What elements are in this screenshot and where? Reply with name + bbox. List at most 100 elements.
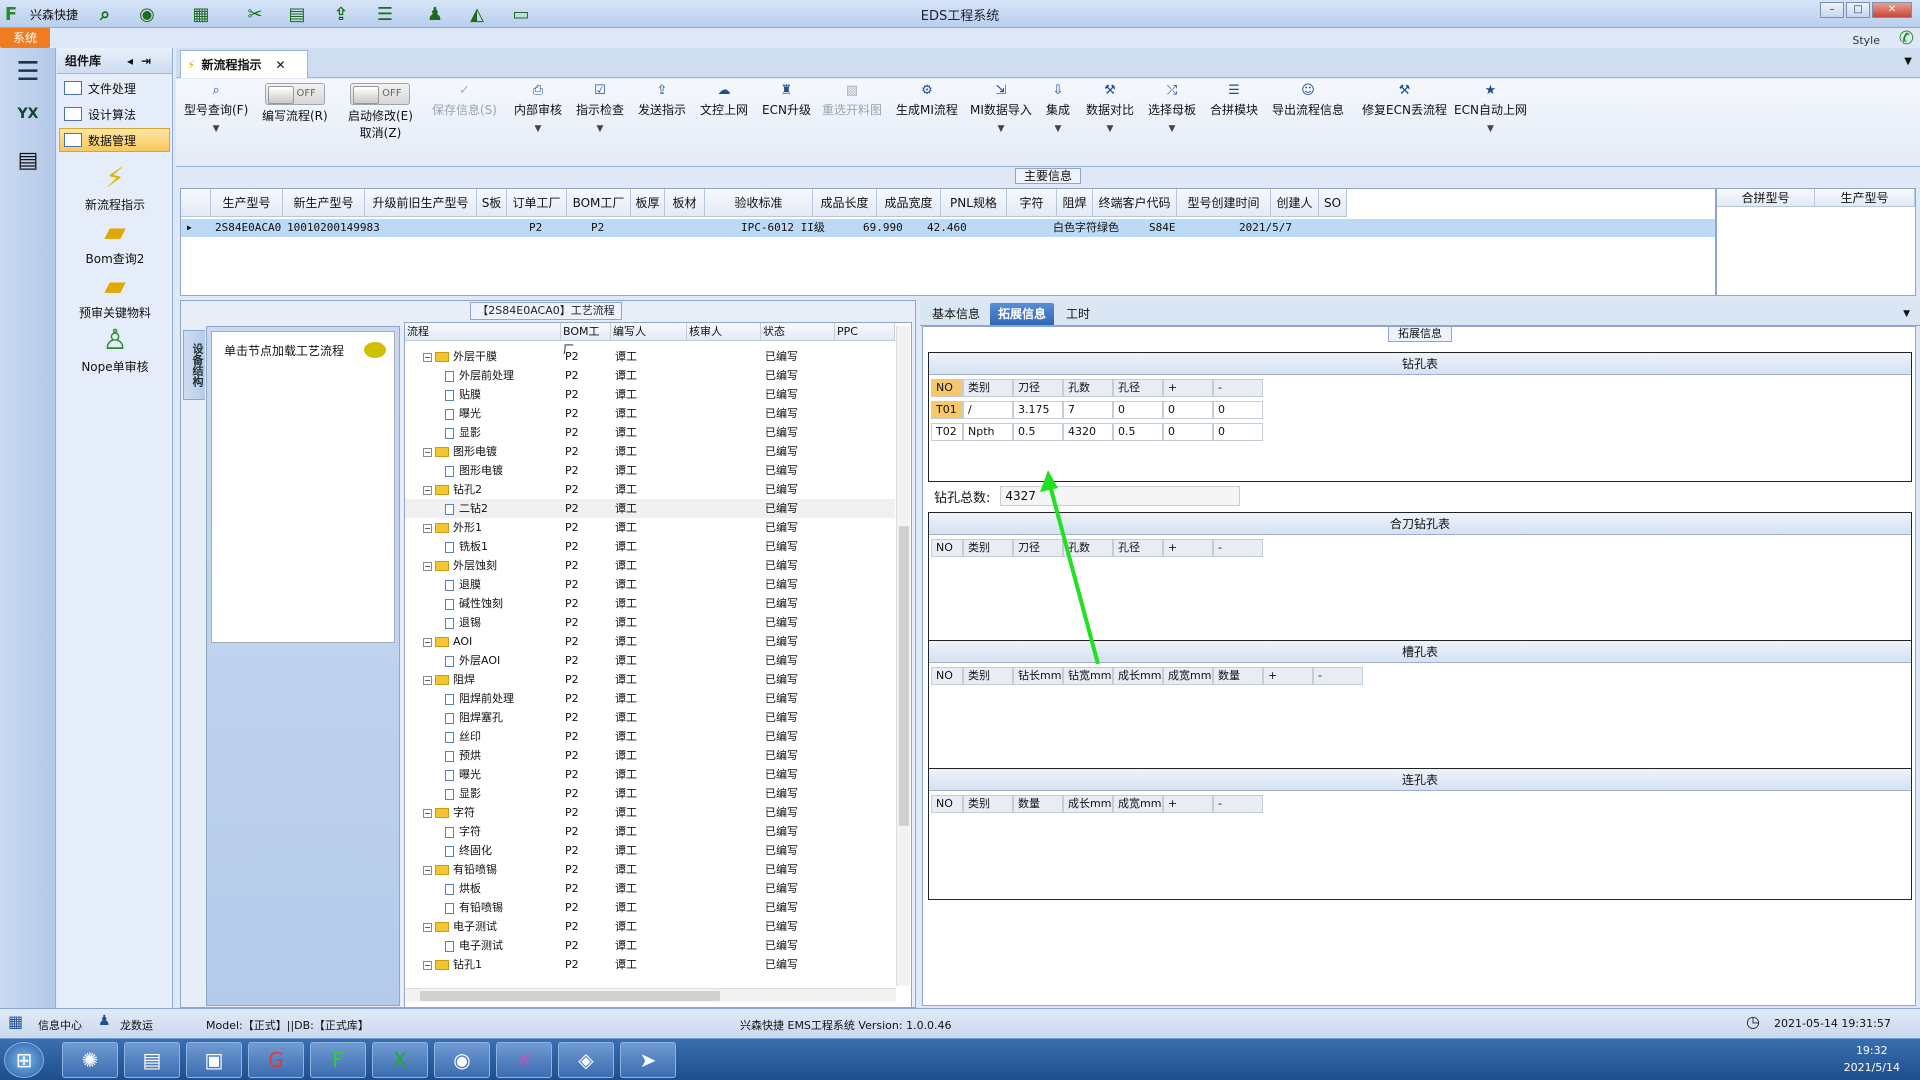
col-header[interactable]: 板材 [665, 189, 705, 217]
write-flow-toggle[interactable]: OFF [264, 83, 325, 105]
col-header[interactable]: 板厚 [631, 189, 665, 217]
check-instruction-button[interactable]: ☑ 指示检查 ▼ [576, 83, 624, 134]
col-header[interactable]: 阻焊 [1057, 189, 1093, 217]
col-header[interactable]: 核审人 [687, 323, 761, 341]
col-header[interactable]: 编写人 [611, 323, 687, 341]
tree-row[interactable]: 曝光 P2 谭工 已编写 [405, 765, 895, 784]
send-instruction-button[interactable]: ⇪ 发送指示 [638, 83, 686, 118]
col-header[interactable]: BOM工厂 [561, 323, 611, 356]
ecn-auto-publish-button[interactable]: ★ ECN自动上网 ▼ [1454, 83, 1527, 134]
close-tab-icon[interactable]: ✕ [275, 58, 285, 72]
system-tab[interactable]: 系统 [0, 28, 50, 48]
taskbar-app-eds[interactable]: F [310, 1042, 366, 1078]
col-header[interactable]: 状态 [761, 323, 835, 341]
internal-review-button[interactable]: ⎙ 内部审核 ▼ [514, 83, 562, 134]
taskbar-app-shell[interactable]: ✺ [62, 1042, 118, 1078]
cell-char[interactable]: 白色字符 [1053, 219, 1097, 237]
expand-icon[interactable]: − [423, 637, 432, 647]
col-header[interactable]: 成品长度 [813, 189, 877, 217]
model-query-button[interactable]: ⌕ 型号查询(F) ▼ [184, 83, 248, 134]
cell[interactable]: Npth [963, 423, 1013, 441]
tool-nope-review[interactable]: ♙ Nope单审核 [60, 322, 170, 375]
merge-module-button[interactable]: ☰ 合拼模块 [1210, 83, 1258, 118]
ecn-upgrade-button[interactable]: ♜ ECN升级 [762, 83, 811, 118]
data-compare-button[interactable]: ⚒ 数据对比 ▼ [1086, 83, 1134, 134]
tree-row[interactable]: 二钻2 P2 谭工 已编写 [405, 499, 895, 518]
cell[interactable]: 4320 [1063, 423, 1113, 441]
col-header[interactable]: 型号创建时间 [1177, 189, 1271, 217]
expand-icon[interactable]: − [423, 865, 432, 875]
tab-equipment-structure[interactable]: 设备结构 [183, 330, 205, 400]
tree-row[interactable]: 退锡 P2 谭工 已编写 [405, 613, 895, 632]
col-header[interactable]: 验收标准 [705, 189, 813, 217]
export-flow-button[interactable]: ☺ 导出流程信息 [1272, 83, 1344, 118]
taskbar-app-g[interactable]: G [248, 1042, 304, 1078]
cell[interactable]: 0.5 [1113, 423, 1163, 441]
tab-new-flow[interactable]: ⚡ 新流程指示 ✕ [180, 50, 308, 78]
taskbar-app-excel[interactable]: X [372, 1042, 428, 1078]
save-info-button[interactable]: ✓ 保存信息(S) [432, 83, 497, 118]
tab-basic-info[interactable]: 基本信息 [924, 303, 988, 325]
col-header[interactable]: 升级前旧生产型号 [365, 189, 477, 217]
tool-new-flow[interactable]: ⚡ 新流程指示 [60, 160, 170, 213]
taskbar-app-notepad[interactable]: ▤ [124, 1042, 180, 1078]
drill-total-field[interactable]: 4327 [1000, 486, 1241, 506]
select-motherboard-button[interactable]: ⤮ 选择母板 ▼ [1148, 83, 1196, 134]
tree-row[interactable]: − 钻孔1 P2 谭工 已编写 [405, 955, 895, 974]
start-edit-button[interactable]: OFF 启动修改(E) 取消(Z) [348, 83, 413, 141]
tree-row[interactable]: − 外层干膜 P2 谭工 已编写 [405, 347, 895, 366]
cell[interactable]: 0 [1213, 423, 1263, 441]
expand-icon[interactable]: − [423, 485, 432, 495]
start-edit-toggle[interactable]: OFF [350, 83, 411, 105]
cell-mask[interactable]: 绿色 [1097, 219, 1119, 237]
cell[interactable]: 0 [1213, 401, 1263, 419]
cell-customer[interactable]: S84E [1149, 219, 1176, 237]
col-header[interactable]: 新生产型号 [283, 189, 365, 217]
expand-icon[interactable]: − [423, 447, 432, 457]
tree-row[interactable]: − 字符 P2 谭工 已编写 [405, 803, 895, 822]
taskbar-app-fish[interactable]: ◈ [558, 1042, 614, 1078]
taskbar-app-send[interactable]: ➤ [620, 1042, 676, 1078]
col-header[interactable]: S板 [477, 189, 507, 217]
tree-row[interactable]: 丝印 P2 谭工 已编写 [405, 727, 895, 746]
tree-row[interactable]: − 阻焊 P2 谭工 已编写 [405, 670, 895, 689]
cell-prod[interactable]: 2S84E0ACA0 [215, 219, 281, 237]
repair-ecn-button[interactable]: ⚒ 修复ECN丢流程 [1362, 83, 1447, 118]
info-center[interactable]: 信息中心 [38, 1017, 82, 1033]
tree-row[interactable]: 外层AOI P2 谭工 已编写 [405, 651, 895, 670]
menu-icon[interactable]: ☰ [8, 52, 48, 92]
tree-row[interactable]: − AOI P2 谭工 已编写 [405, 632, 895, 651]
scroll-thumb[interactable] [420, 991, 720, 1001]
reselect-cut-button[interactable]: ▨ 重选开料图 [822, 83, 882, 118]
cell-width[interactable]: 42.460 [927, 219, 967, 237]
tree-row[interactable]: 显影 P2 谭工 已编写 [405, 784, 895, 803]
cell-bom-factory[interactable]: P2 [591, 219, 604, 237]
tree-row[interactable]: − 电子测试 P2 谭工 已编写 [405, 917, 895, 936]
style-menu[interactable]: Style [1852, 34, 1880, 47]
horizontal-scrollbar[interactable] [406, 988, 896, 1002]
taskbar-app-x[interactable]: ✕ [496, 1042, 552, 1078]
col-header[interactable]: SO [1319, 189, 1347, 217]
tree-row[interactable]: 退膜 P2 谭工 已编写 [405, 575, 895, 594]
tree-row[interactable]: 图形电镀 P2 谭工 已编写 [405, 461, 895, 480]
scroll-thumb[interactable] [899, 526, 909, 826]
tree-row[interactable]: 贴膜 P2 谭工 已编写 [405, 385, 895, 404]
expand-icon[interactable]: − [423, 523, 432, 533]
cell[interactable]: 0.5 [1013, 423, 1063, 441]
cancel-button[interactable]: 取消(Z) [348, 124, 413, 141]
col-header[interactable]: BOM工厂 [567, 189, 631, 217]
taskbar-app-save[interactable]: ▣ [186, 1042, 242, 1078]
cell-order-factory[interactable]: P2 [529, 219, 542, 237]
expand-icon[interactable]: − [423, 922, 432, 932]
cell[interactable]: T02 [931, 423, 963, 441]
lib-item-data[interactable]: 数据管理 [59, 128, 170, 152]
cell-created[interactable]: 2021/5/7 [1239, 219, 1292, 237]
col-header[interactable]: 流程 [405, 323, 561, 341]
tree-row[interactable]: − 外形1 P2 谭工 已编写 [405, 518, 895, 537]
generate-mi-button[interactable]: ⚙ 生成MI流程 [896, 83, 958, 118]
tree-row[interactable]: 阻焊前处理 P2 谭工 已编写 [405, 689, 895, 708]
expand-icon[interactable]: − [423, 675, 432, 685]
expand-icon[interactable]: − [423, 352, 432, 362]
mi-import-button[interactable]: ⇲ MI数据导入 ▼ [970, 83, 1032, 134]
cell-new-prod[interactable]: 10010200149983 [287, 219, 380, 237]
